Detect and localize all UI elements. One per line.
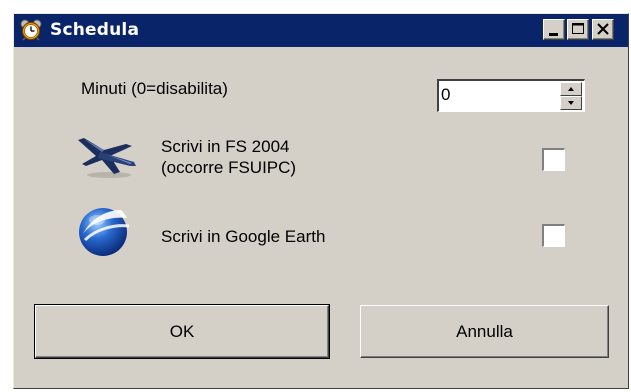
spin-down-button[interactable] (560, 96, 582, 110)
title-bar[interactable]: Schedula (14, 14, 628, 47)
minimize-button[interactable] (543, 19, 565, 40)
fs-label-line2: (occorre FSUIPC) (161, 158, 297, 177)
maximize-button[interactable] (567, 19, 589, 40)
minimize-icon (549, 33, 558, 36)
minutes-label: Minuti (0=disabilita) (81, 79, 228, 98)
google-earth-globe-icon (77, 204, 133, 265)
schedula-dialog: Schedula Minuti (0=disabilita) 0 Scrivi … (13, 13, 629, 389)
ge-checkbox[interactable] (542, 224, 565, 247)
minutes-spinbox[interactable] (437, 79, 585, 112)
spin-up-button[interactable] (560, 82, 582, 96)
window-title: Schedula (50, 20, 140, 40)
close-button[interactable] (592, 19, 614, 40)
cancel-button[interactable]: Annulla (360, 305, 609, 358)
airplane-icon (74, 134, 140, 185)
alarm-clock-icon (20, 19, 42, 41)
arrow-up-icon (568, 87, 574, 91)
ok-button[interactable]: OK (34, 304, 330, 359)
maximize-icon (572, 23, 584, 34)
minutes-input[interactable] (441, 84, 541, 106)
minutes-spin-buttons (560, 82, 582, 110)
arrow-down-icon (568, 101, 574, 105)
fs-label-line1: Scrivi in FS 2004 (161, 137, 290, 156)
fs-checkbox[interactable] (542, 148, 565, 171)
ge-label: Scrivi in Google Earth (161, 227, 326, 246)
close-icon (597, 23, 609, 35)
